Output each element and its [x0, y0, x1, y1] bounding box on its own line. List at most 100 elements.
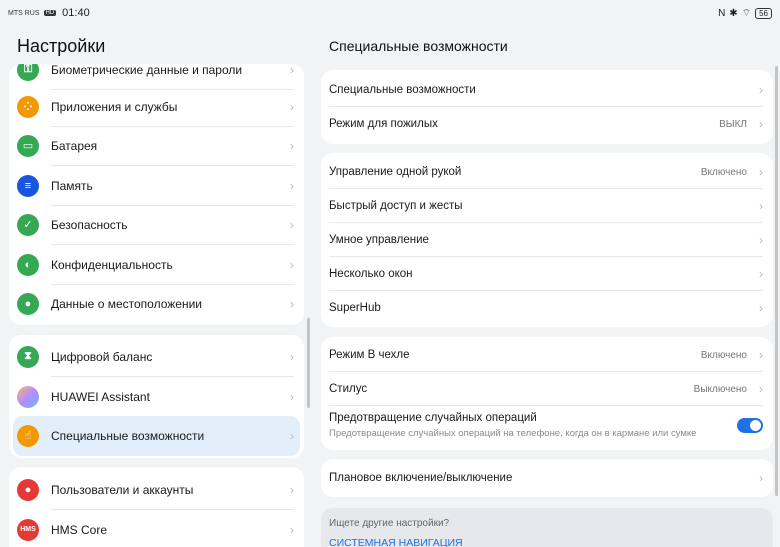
chevron-right-icon: ›: [759, 233, 763, 247]
left-scrollbar[interactable]: [307, 318, 310, 408]
detail-group-2: Управление одной рукой Включено › Быстры…: [321, 153, 773, 327]
chevron-right-icon: ›: [290, 389, 294, 404]
sidebar-item-label: Пользователи и аккаунты: [51, 482, 194, 497]
sidebar-item-storage[interactable]: ≡ Память ›: [9, 166, 304, 206]
storage-icon: ≡: [17, 174, 39, 197]
sidebar-item-biometrics[interactable]: ⚿ Биометрические данные и пароли ›: [9, 64, 304, 90]
item-label: Управление одной рукой: [329, 166, 462, 178]
sidebar-item-privacy[interactable]: ◐ Конфиденциальность ›: [9, 245, 304, 285]
nfc-icon: N: [718, 7, 726, 19]
sidebar-item-label: Биометрические данные и пароли: [51, 64, 243, 77]
chevron-right-icon: ›: [290, 99, 294, 114]
battery-icon: 56: [755, 7, 772, 19]
chevron-right-icon: ›: [290, 349, 294, 364]
settings-group-3: ● Пользователи и аккаунты › HMS HMS Core…: [9, 467, 304, 547]
item-label: Стилус: [329, 383, 368, 395]
chevron-right-icon: ›: [759, 165, 763, 179]
chevron-right-icon: ›: [290, 178, 294, 193]
chevron-right-icon: ›: [759, 301, 763, 315]
hand-icon: ☝: [17, 424, 39, 447]
sidebar-item-label: Специальные возможности: [51, 428, 205, 443]
shield-icon: ✓: [17, 213, 39, 236]
chevron-right-icon: ›: [290, 138, 294, 153]
item-accidental-touch[interactable]: Предотвращение случайных операций Предот…: [321, 406, 773, 448]
item-label: Плановое включение/выключение: [329, 472, 513, 484]
item-superhub[interactable]: SuperHub ›: [321, 291, 773, 325]
settings-group-2: ⧗ Цифровой баланс › HUAWEI Assistant › ☝…: [9, 335, 304, 458]
settings-group-1: ⚿ Биометрические данные и пароли › ⁘ При…: [9, 64, 304, 325]
chevron-right-icon: ›: [759, 83, 763, 97]
location-icon: ●: [17, 292, 39, 315]
item-one-hand[interactable]: Управление одной рукой Включено ›: [321, 155, 773, 189]
sidebar-item-battery[interactable]: ▭ Батарея ›: [9, 126, 304, 166]
sidebar-item-label: Батарея: [51, 138, 98, 153]
item-label: Умное управление: [329, 234, 429, 246]
system-navigation-link[interactable]: СИСТЕМНАЯ НАВИГАЦИЯ: [329, 537, 463, 547]
sidebar-item-accessibility[interactable]: ☝ Специальные возможности ›: [13, 416, 300, 456]
chevron-right-icon: ›: [759, 117, 763, 131]
chevron-right-icon: ›: [290, 296, 294, 311]
chevron-right-icon: ›: [759, 348, 763, 362]
item-elderly-mode[interactable]: Режим для пожилых ВЫКЛ ›: [321, 107, 773, 141]
sidebar-item-label: HMS Core: [51, 522, 108, 537]
item-value: Выключено: [693, 383, 747, 395]
item-label: Быстрый доступ и жесты: [329, 200, 463, 212]
item-smart-control[interactable]: Умное управление ›: [321, 223, 773, 257]
sidebar-item-digital-balance[interactable]: ⧗ Цифровой баланс ›: [9, 337, 304, 377]
status-bar: MTS RUS HD 01:40 N ✱ ⌔ 56: [0, 0, 780, 26]
sidebar-item-label: Приложения и службы: [51, 99, 178, 114]
detail-title: Специальные возможности: [329, 38, 508, 54]
sidebar-item-huawei-assistant[interactable]: HUAWEI Assistant ›: [9, 377, 304, 417]
settings-list-pane: Настройки ⚿ Биометрические данные и паро…: [0, 26, 312, 547]
item-scheduled-power[interactable]: Плановое включение/выключение ›: [321, 461, 773, 495]
item-label: Режим В чехле: [329, 349, 410, 361]
battery-icon: ▭: [17, 134, 39, 157]
user-icon: ●: [17, 478, 39, 501]
right-scrollbar[interactable]: [775, 66, 778, 496]
item-shortcuts-gestures[interactable]: Быстрый доступ и жесты ›: [321, 189, 773, 223]
detail-group-1: Специальные возможности › Режим для пожи…: [321, 70, 773, 144]
sidebar-item-label: Память: [51, 178, 93, 193]
suggestion-question: Ищете другие настройки?: [329, 518, 450, 529]
hms-icon: HMS: [17, 518, 39, 541]
sidebar-item-location[interactable]: ● Данные о местоположении ›: [9, 284, 304, 324]
chevron-right-icon: ›: [290, 257, 294, 272]
detail-group-4: Плановое включение/выключение ›: [321, 459, 773, 497]
accidental-touch-toggle[interactable]: [737, 418, 763, 433]
bluetooth-icon: ✱: [729, 7, 738, 19]
chevron-right-icon: ›: [759, 382, 763, 396]
page-title: Настройки: [17, 36, 106, 56]
sidebar-item-security[interactable]: ✓ Безопасность ›: [9, 205, 304, 245]
detail-pane: Специальные возможности Специальные возм…: [312, 26, 780, 547]
item-stylus[interactable]: Стилус Выключено ›: [321, 372, 773, 406]
key-icon: ⚿: [17, 64, 39, 81]
sidebar-item-users[interactable]: ● Пользователи и аккаунты ›: [9, 470, 304, 510]
network-badge: HD: [43, 10, 57, 16]
item-value: Включено: [700, 166, 747, 178]
item-accessibility[interactable]: Специальные возможности ›: [321, 73, 773, 107]
item-multi-window[interactable]: Несколько окон ›: [321, 257, 773, 291]
chevron-right-icon: ›: [759, 199, 763, 213]
chevron-right-icon: ›: [290, 482, 294, 497]
chevron-right-icon: ›: [290, 64, 294, 77]
item-label: SuperHub: [329, 302, 381, 314]
chevron-right-icon: ›: [759, 267, 763, 281]
item-label: Режим для пожилых: [329, 118, 438, 130]
chevron-right-icon: ›: [290, 522, 294, 537]
item-label: Специальные возможности: [329, 84, 476, 96]
suggestion-card: Ищете другие настройки? СИСТЕМНАЯ НАВИГА…: [321, 508, 773, 547]
privacy-icon: ◐: [17, 253, 39, 276]
apps-icon: ⁘: [17, 95, 39, 118]
item-description: Предотвращение случайных операций на тел…: [329, 428, 697, 439]
item-cover-mode[interactable]: Режим В чехле Включено ›: [321, 338, 773, 372]
carrier-label: MTS RUS: [8, 9, 40, 17]
sidebar-item-label: Конфиденциальность: [51, 257, 173, 272]
assistant-icon: [17, 385, 39, 408]
sidebar-item-apps[interactable]: ⁘ Приложения и службы ›: [9, 87, 304, 127]
sidebar-item-label: Безопасность: [51, 217, 128, 232]
wifi-icon: ⌔: [741, 7, 752, 19]
sidebar-item-hms-core[interactable]: HMS HMS Core ›: [9, 510, 304, 547]
item-label: Несколько окон: [329, 268, 413, 280]
sidebar-item-label: Цифровой баланс: [51, 349, 153, 364]
chevron-right-icon: ›: [290, 428, 294, 443]
